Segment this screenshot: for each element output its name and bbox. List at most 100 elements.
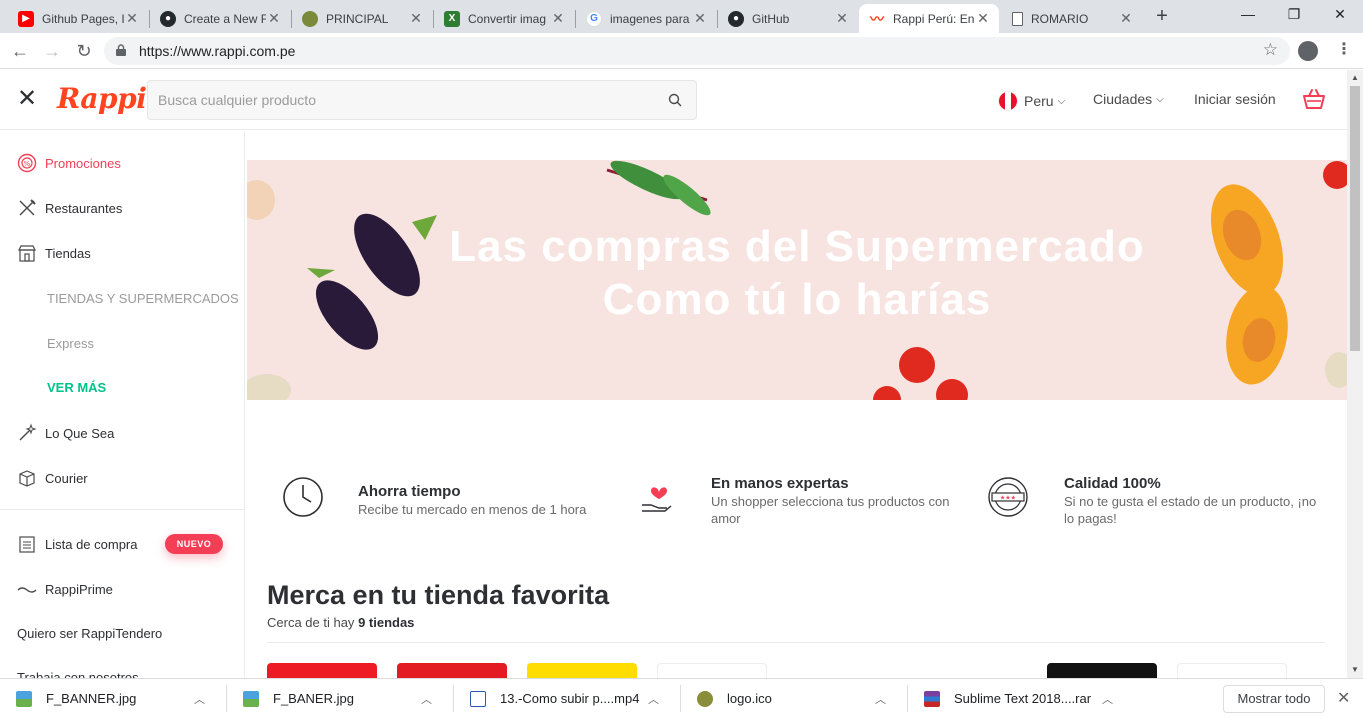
store-card[interactable] <box>527 663 637 678</box>
tab-title: Create a New F <box>184 11 266 26</box>
sidebar-item-label: Lista de compra <box>45 536 138 552</box>
clock-icon <box>283 477 323 517</box>
download-filename: Sublime Text 2018....rar <box>954 691 1092 706</box>
browser-menu-icon[interactable]: ⋮ <box>1336 39 1352 59</box>
chevron-up-icon[interactable]: ︿ <box>875 691 886 707</box>
feature-title: En manos expertas <box>711 475 849 492</box>
close-tab-icon[interactable]: ✕ <box>1118 10 1134 27</box>
close-tab-icon[interactable]: ✕ <box>408 10 424 27</box>
tab-convertir[interactable]: X Convertir imag ✕ <box>434 4 574 33</box>
basket-icon[interactable] <box>1302 87 1326 111</box>
download-filename: F_BANNER.jpg <box>46 691 137 706</box>
back-button[interactable]: ← <box>8 39 32 63</box>
sidebar-item-promociones[interactable]: % Promociones <box>17 153 121 173</box>
profile-icon[interactable] <box>1298 41 1318 61</box>
rappi-logo[interactable]: Rappi <box>57 82 147 115</box>
scroll-down-arrow[interactable]: ▼ <box>1347 662 1363 678</box>
sidebar-sub-tiendas-supermercados[interactable]: TIENDAS Y SUPERMERCADOS <box>47 291 239 306</box>
store-card[interactable] <box>1047 663 1157 678</box>
tab-title: Rappi Perú: En <box>893 11 975 26</box>
sidebar-item-trabaja[interactable]: Trabaja con nosotros <box>17 670 139 678</box>
new-tab-button[interactable]: + <box>1150 4 1174 28</box>
sidebar-item-lo-que-sea[interactable]: Lo Que Sea <box>17 423 114 443</box>
svg-text:★★★: ★★★ <box>1000 495 1016 502</box>
page-scrollbar[interactable]: ▲ ▼ <box>1347 70 1363 678</box>
scroll-up-arrow[interactable]: ▲ <box>1347 70 1363 86</box>
chevron-up-icon[interactable]: ︿ <box>648 691 659 707</box>
sidebar: % Promociones Restaurantes Tiendas TIEND… <box>0 131 245 678</box>
close-tab-icon[interactable]: ✕ <box>550 10 566 27</box>
downloads-bar: F_BANNER.jpg ︿ F_BANER.jpg ︿ 13.-Como su… <box>0 678 1363 717</box>
tab-title: GitHub <box>752 11 790 26</box>
store-card[interactable] <box>657 663 767 678</box>
login-link[interactable]: Iniciar sesión <box>1194 91 1276 107</box>
search-input[interactable] <box>158 90 648 110</box>
feature-title: Calidad 100% <box>1064 475 1161 492</box>
store-card[interactable] <box>1177 663 1287 678</box>
sidebar-divider <box>0 509 244 510</box>
reload-button[interactable]: ↻ <box>72 39 96 63</box>
chevron-up-icon[interactable]: ︿ <box>1102 691 1113 707</box>
store-card[interactable] <box>917 663 1027 678</box>
product-search[interactable] <box>147 80 697 120</box>
new-badge: NUEVO <box>165 534 223 554</box>
url-field[interactable]: https://www.rappi.com.pe ☆ <box>104 37 1290 65</box>
close-tab-icon[interactable]: ✕ <box>975 10 991 27</box>
sidebar-item-tiendas[interactable]: Tiendas <box>17 243 91 263</box>
tab-rappi[interactable]: 〰 Rappi Perú: En ✕ <box>859 4 999 33</box>
peru-flag-icon <box>998 91 1018 111</box>
country-label: Peru <box>1024 93 1054 109</box>
cities-selector[interactable]: Ciudades ⌵ <box>1093 91 1164 107</box>
sidebar-item-rappitendero[interactable]: Quiero ser RappiTendero <box>17 626 162 641</box>
download-item[interactable]: F_BANNER.jpg ︿ <box>16 679 205 718</box>
sidebar-item-label: Trabaja con nosotros <box>17 670 139 678</box>
sidebar-item-restaurantes[interactable]: Restaurantes <box>17 198 122 218</box>
hero-banner[interactable]: Las compras del Supermercado Como tú lo … <box>247 160 1347 400</box>
download-item[interactable]: F_BANER.jpg ︿ <box>243 679 432 718</box>
archive-file-icon <box>924 690 940 707</box>
minimize-button[interactable]: — <box>1228 3 1268 27</box>
store-card[interactable] <box>397 663 507 678</box>
close-downloads-icon[interactable]: ✕ <box>1337 688 1350 708</box>
tab-title: imagenes para <box>610 11 690 26</box>
search-icon[interactable] <box>668 93 682 107</box>
tab-principal[interactable]: PRINCIPAL ✕ <box>292 4 432 33</box>
banner-title-line1: Las compras del Supermercado <box>449 222 1145 271</box>
download-filename: logo.ico <box>727 691 772 706</box>
close-tab-icon[interactable]: ✕ <box>834 10 850 27</box>
close-tab-icon[interactable]: ✕ <box>692 10 708 27</box>
banner-title-line2: Como tú lo harías <box>602 275 992 324</box>
close-tab-icon[interactable]: ✕ <box>266 10 282 27</box>
tab-imagenes[interactable]: G imagenes para ✕ <box>576 4 716 33</box>
download-item[interactable]: logo.ico ︿ <box>697 679 886 718</box>
feature-description: Recibe tu mercado en menos de 1 hora <box>358 502 587 517</box>
heart-hand-icon <box>642 487 672 512</box>
chevron-up-icon[interactable]: ︿ <box>194 691 205 707</box>
sidebar-sub-express[interactable]: Express <box>47 336 94 351</box>
close-menu-icon[interactable]: ✕ <box>17 87 37 111</box>
sidebar-item-label: Quiero ser RappiTendero <box>17 626 163 641</box>
close-tab-icon[interactable]: ✕ <box>124 10 140 27</box>
store-card[interactable] <box>267 663 377 678</box>
sidebar-item-courier[interactable]: Courier <box>17 468 88 488</box>
tab-create-new[interactable]: ● Create a New F ✕ <box>150 4 290 33</box>
sidebar-item-label: Restaurantes <box>45 200 123 216</box>
chevron-up-icon[interactable]: ︿ <box>421 691 432 707</box>
sidebar-item-lista-de-compra[interactable]: Lista de compra <box>17 534 138 554</box>
quality-seal-icon: ★★★ <box>988 477 1028 517</box>
tab-github[interactable]: ● GitHub ✕ <box>718 4 858 33</box>
tab-romario[interactable]: ROMARIO ✕ <box>1002 4 1142 33</box>
show-all-downloads-button[interactable]: Mostrar todo <box>1223 685 1325 713</box>
sidebar-sub-ver-mas[interactable]: VER MÁS <box>47 380 106 395</box>
country-selector[interactable]: Peru ⌵ <box>998 91 1065 111</box>
tab-github-pages[interactable]: ▶ Github Pages, I ✕ <box>8 4 148 33</box>
forward-button[interactable]: → <box>40 39 64 63</box>
bookmark-star-icon[interactable]: ☆ <box>1263 40 1278 60</box>
close-window-button[interactable]: ✕ <box>1320 3 1360 27</box>
download-item[interactable]: Sublime Text 2018....rar ︿ <box>924 679 1113 718</box>
scroll-thumb[interactable] <box>1350 86 1360 351</box>
lock-icon <box>116 44 126 56</box>
download-item[interactable]: 13.-Como subir p....mp4 ︿ <box>470 679 659 718</box>
restore-button[interactable]: ❐ <box>1274 3 1314 27</box>
sidebar-item-rappiprime[interactable]: RappiPrime <box>17 579 113 599</box>
